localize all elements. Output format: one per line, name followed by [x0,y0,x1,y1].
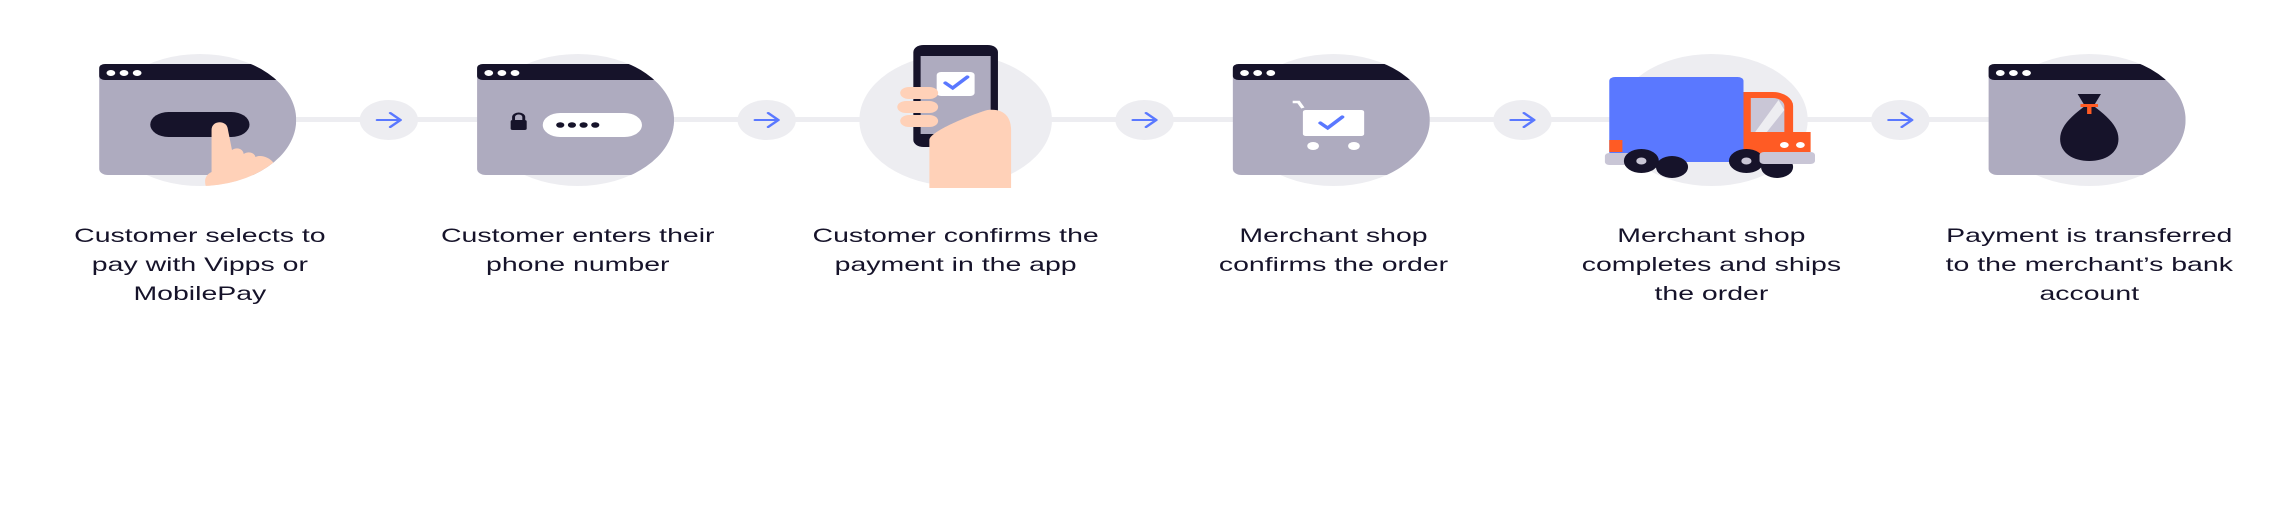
step-caption: Merchant shop confirms the order [1158,222,1508,280]
arrow-right-icon [359,100,419,140]
caption-line: MobilePay [133,283,267,305]
caption-line: Customer selects to [74,225,326,247]
payment-flow-diagram: Customer selects to pay with Vipps or Mobi… [0,0,2276,505]
caption-line: phone number [486,254,670,276]
caption-line: to the merchant’s bank [1945,254,2233,276]
browser-password-icon [477,54,675,186]
caption-line: pay with Vipps or [91,254,308,276]
delivery-truck-icon [1604,54,1815,186]
caption-line: payment in the app [834,254,1077,276]
arrow-right-icon [1871,100,1930,140]
arrow-right-icon [1493,100,1552,140]
step-caption: Customer enters their phone number [403,222,753,280]
step-caption: Payment is transferred to the merchant’s … [1914,222,2264,309]
caption-line: Customer enters their [440,225,715,247]
caption-line: completes and ships [1581,254,1842,276]
arrow-right-icon [737,100,796,140]
caption-line: Merchant shop [1239,225,1428,247]
browser-money-bag-icon [1988,54,2186,186]
caption-line: the order [1654,283,1769,305]
step-caption: Customer selects to pay with Vipps or Mobi… [25,222,375,309]
browser-tap-button-icon [99,54,297,190]
caption-line: Merchant shop [1617,225,1806,247]
caption-line: account [2039,283,2140,305]
caption-line: Payment is transferred [1946,225,2233,247]
step-caption: Customer confirms the payment in the app [781,222,1131,280]
step-caption: Merchant shop completes and ships the orde… [1536,222,1886,309]
browser-cart-check-icon [1232,54,1430,186]
caption-line: Customer confirms the [812,225,1099,247]
phone-confirm-icon [859,45,1052,188]
arrow-right-icon [1115,100,1174,140]
caption-line: confirms the order [1218,254,1449,276]
